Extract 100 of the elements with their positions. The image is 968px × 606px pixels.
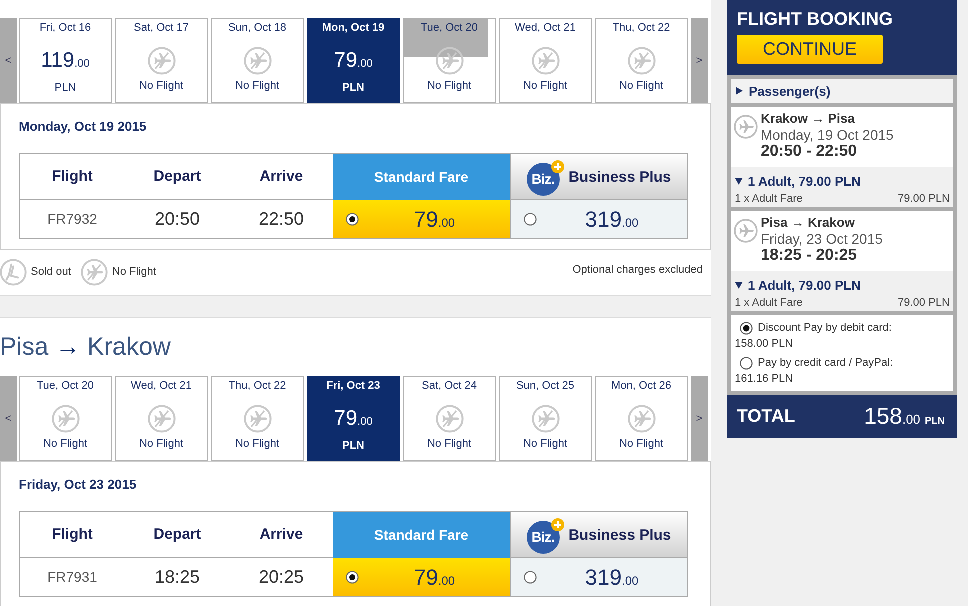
crossed-plane-icon <box>148 47 176 75</box>
date-cell[interactable]: Tue, Oct 20 No Flight <box>19 376 112 461</box>
next-dates-button[interactable]: > <box>691 376 708 461</box>
date-label: Thu, Oct 22 <box>612 21 670 35</box>
crossed-plane-icon <box>244 405 272 433</box>
crossed-plane-icon <box>628 47 656 75</box>
date-cell[interactable]: Sat, Oct 24 No Flight <box>403 376 496 461</box>
charges-note: Optional charges excluded <box>572 263 703 278</box>
flight-times: 18:25 - 20:25 <box>761 247 858 265</box>
column-header: Flight <box>20 512 125 558</box>
date-cell[interactable]: Sat, Oct 17 No Flight <box>115 18 208 103</box>
fare-price: 319.00 <box>584 206 640 233</box>
fare-toggle[interactable]: 1 Adult, 79.00 PLN <box>735 276 950 294</box>
date-cell[interactable]: Mon, Oct 19 79.00 PLN <box>307 18 400 103</box>
plus-badge-icon <box>550 160 565 174</box>
date-cell[interactable]: Wed, Oct 21 No Flight <box>115 376 208 461</box>
flight-date: Monday, 19 Oct 2015 <box>761 127 894 143</box>
fare-price: 319.00 <box>584 564 640 591</box>
date-label: Fri, Oct 16 <box>40 21 92 35</box>
flight-date: Friday, 23 Oct 2015 <box>761 231 883 247</box>
plane-icon <box>734 219 758 243</box>
date-label: Sun, Oct 18 <box>228 21 287 35</box>
day-title: Monday, Oct 19 2015 <box>19 119 148 135</box>
departure-time: 18:25 <box>154 566 202 588</box>
arrival-time: 20:25 <box>258 566 306 588</box>
date-cell[interactable]: Mon, Oct 26 No Flight <box>595 376 688 461</box>
date-price: 79.00 <box>334 48 373 74</box>
date-cell[interactable]: Thu, Oct 22 No Flight <box>595 18 688 103</box>
no-flight-label: No Flight <box>43 437 88 451</box>
fare-price: 79.00 <box>412 564 456 591</box>
crossed-plane-icon <box>436 47 464 75</box>
total-label: TOTAL <box>737 406 796 427</box>
date-label: Mon, Oct 19 <box>322 21 385 35</box>
no-flight-label: No Flight <box>235 79 280 93</box>
column-header-label: Business Plus <box>568 169 672 186</box>
legend-label: No Flight <box>112 265 156 280</box>
date-label: Sat, Oct 24 <box>422 379 478 393</box>
date-cell[interactable]: Fri, Oct 23 79.00 PLN <box>307 376 400 461</box>
flight-number: FR7931 <box>46 568 98 587</box>
passengers-toggle[interactable]: Passenger(s) <box>731 79 953 103</box>
departure-time: 20:50 <box>154 208 202 230</box>
no-flight-label: No Flight <box>235 437 280 451</box>
booking-title: FLIGHT BOOKING <box>737 9 894 29</box>
fare-line-amount: 79.00 PLN <box>898 296 950 310</box>
route-label: Pisa → Krakow <box>761 215 856 231</box>
next-dates-button[interactable]: > <box>691 18 708 103</box>
date-cell[interactable]: Sun, Oct 25 No Flight <box>499 376 592 461</box>
no-flight-label: No Flight <box>523 79 568 93</box>
date-cell[interactable]: Wed, Oct 21 No Flight <box>499 18 592 103</box>
crossed-plane-icon <box>532 47 560 75</box>
radio-button[interactable] <box>524 570 537 584</box>
column-header-label: Business Plus <box>568 527 672 544</box>
passengers-label: Passenger(s) <box>749 84 831 98</box>
date-cell[interactable]: Tue, Oct 20 No Flight <box>403 18 496 103</box>
date-label: Thu, Oct 22 <box>228 379 286 393</box>
column-header: Depart <box>125 512 230 558</box>
legend-label: Sold out <box>31 265 72 280</box>
no-flight-label: No Flight <box>427 437 472 451</box>
route-title: Pisa → Krakow <box>0 332 172 363</box>
radio-button[interactable] <box>524 212 537 226</box>
fare-toggle[interactable]: 1 Adult, 79.00 PLN <box>735 172 950 190</box>
date-label: Fri, Oct 23 <box>326 379 380 393</box>
radio-button[interactable] <box>740 356 753 370</box>
column-header: Standard Fare <box>333 154 510 200</box>
date-cell[interactable]: Fri, Oct 16 119.00 PLN <box>19 18 112 103</box>
date-price: 79.00 <box>334 406 373 432</box>
crossed-plane-icon <box>52 405 80 433</box>
continue-button[interactable]: CONTINUE <box>737 35 883 64</box>
currency-label: PLN <box>54 81 76 95</box>
radio-button[interactable] <box>346 212 359 226</box>
fare-line-label: 1 x Adult Fare <box>735 192 803 206</box>
date-label: Mon, Oct 26 <box>612 379 672 393</box>
crossed-plane-icon <box>532 405 560 433</box>
date-price: 119.00 <box>41 48 90 74</box>
no-flight-label: No Flight <box>619 79 664 93</box>
no-flight-label: No Flight <box>523 437 568 451</box>
radio-button[interactable] <box>740 322 753 334</box>
date-cell[interactable]: Sun, Oct 18 No Flight <box>211 18 304 103</box>
crossed-plane-icon <box>436 405 464 433</box>
date-cell[interactable]: Thu, Oct 22 No Flight <box>211 376 304 461</box>
previous-dates-button[interactable]: < <box>0 376 17 461</box>
date-label: Sat, Oct 17 <box>134 21 190 35</box>
no-flight-label: No Flight <box>139 437 184 451</box>
payment-amount: 158.00 PLN <box>735 337 794 352</box>
biz-logo: Biz. <box>526 520 560 554</box>
radio-button[interactable] <box>346 570 359 584</box>
date-label: Sun, Oct 25 <box>516 379 575 393</box>
no-flight-label: No Flight <box>139 79 184 93</box>
payment-label: Discount Pay by debit card: <box>758 322 892 334</box>
total-amount: 158.00 PLN <box>864 403 945 430</box>
fare-summary: 1 Adult, 79.00 PLN <box>748 278 861 292</box>
previous-dates-button[interactable]: < <box>0 18 17 103</box>
no-flight-label: No Flight <box>427 79 472 93</box>
crossed-plane-icon <box>628 405 656 433</box>
date-label: Tue, Oct 20 <box>36 379 94 393</box>
flight-number: FR7932 <box>46 210 98 229</box>
fare-line-amount: 79.00 PLN <box>898 192 950 206</box>
arrival-time: 22:50 <box>258 208 306 230</box>
flight-times: 20:50 - 22:50 <box>761 143 858 161</box>
plane-icon <box>734 115 758 139</box>
